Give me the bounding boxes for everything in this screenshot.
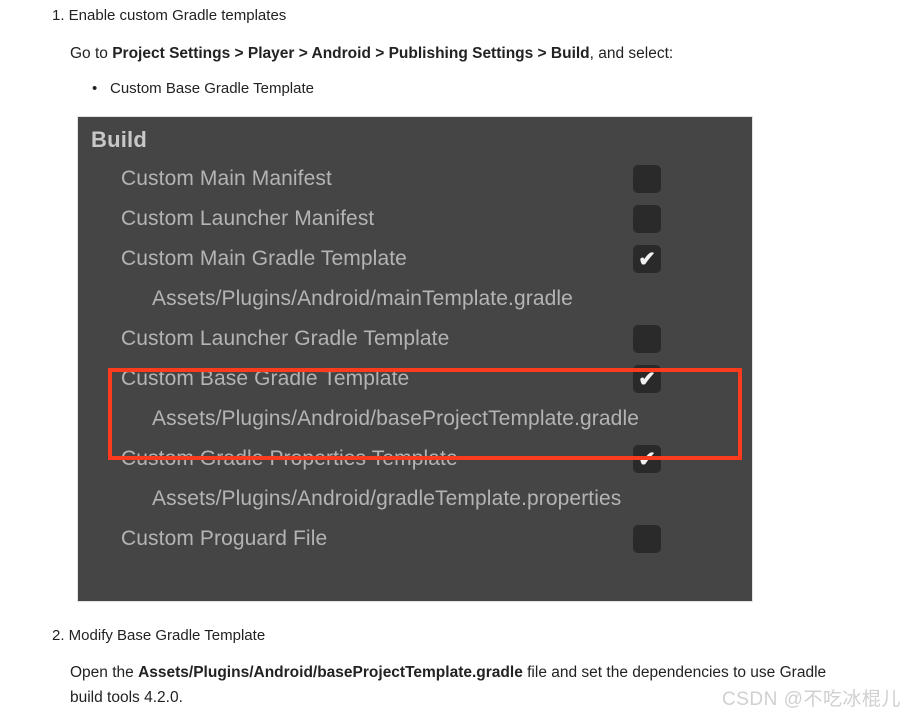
settings-row-label: Custom Launcher Gradle Template	[121, 327, 450, 350]
settings-row-label: Custom Main Gradle Template	[121, 247, 407, 270]
settings-toggle-row[interactable]: Custom Base Gradle Template ✔	[78, 359, 752, 399]
csdn-watermark: CSDN @不吃冰棍儿	[722, 689, 901, 710]
settings-toggle-row[interactable]: Custom Gradle Properties Template ✔	[78, 439, 752, 479]
checkmark-icon: ✔	[638, 447, 656, 471]
settings-path-row: Assets/Plugins/Android/mainTemplate.grad…	[78, 279, 752, 319]
goto-settings-path: Project Settings > Player > Android > Pu…	[112, 45, 590, 62]
bullet-list-item: • Custom Base Gradle Template	[92, 79, 314, 99]
goto-instruction: Go to Project Settings > Player > Androi…	[70, 43, 673, 64]
checkbox-unchecked[interactable]	[633, 325, 661, 353]
settings-row-label: Custom Gradle Properties Template	[121, 447, 458, 470]
panel-title: Build	[91, 127, 147, 152]
step-2-heading: 2. Modify Base Gradle Template	[52, 627, 266, 644]
settings-row-label: Custom Base Gradle Template	[121, 367, 410, 390]
checkmark-icon: ✔	[638, 367, 656, 391]
settings-toggle-row[interactable]: Custom Main Gradle Template ✔	[78, 239, 752, 279]
settings-row-list: Custom Main Manifest Custom Launcher Mani…	[78, 159, 752, 559]
para2-file-path: Assets/Plugins/Android/baseProjectTempla…	[138, 664, 523, 681]
checkbox-checked[interactable]: ✔	[633, 365, 661, 393]
settings-path-row: Assets/Plugins/Android/baseProjectTempla…	[78, 399, 752, 439]
bullet-marker-icon: •	[92, 80, 98, 97]
checkbox-unchecked[interactable]	[633, 525, 661, 553]
step-1-heading: 1. Enable custom Gradle templates	[52, 7, 287, 24]
settings-path-label: Assets/Plugins/Android/mainTemplate.grad…	[152, 287, 573, 310]
settings-toggle-row[interactable]: Custom Main Manifest	[78, 159, 752, 199]
settings-row-label: Custom Launcher Manifest	[121, 207, 375, 230]
unity-build-settings-panel: Build Custom Main Manifest Custom Launche…	[77, 116, 753, 602]
settings-path-row: Assets/Plugins/Android/gradleTemplate.pr…	[78, 479, 752, 519]
settings-path-label: Assets/Plugins/Android/gradleTemplate.pr…	[152, 487, 622, 510]
checkbox-checked[interactable]: ✔	[633, 245, 661, 273]
checkbox-unchecked[interactable]	[633, 165, 661, 193]
goto-suffix: , and select:	[589, 45, 674, 62]
para2-prefix: Open the	[70, 664, 139, 681]
settings-row-label: Custom Proguard File	[121, 527, 328, 550]
settings-toggle-row[interactable]: Custom Proguard File	[78, 519, 752, 559]
checkbox-unchecked[interactable]	[633, 205, 661, 233]
checkmark-icon: ✔	[638, 247, 656, 271]
settings-row-label: Custom Main Manifest	[121, 167, 332, 190]
settings-toggle-row[interactable]: Custom Launcher Gradle Template	[78, 319, 752, 359]
goto-prefix: Go to	[70, 45, 113, 62]
settings-toggle-row[interactable]: Custom Launcher Manifest	[78, 199, 752, 239]
bullet-item-label: Custom Base Gradle Template	[110, 80, 314, 97]
settings-path-label: Assets/Plugins/Android/baseProjectTempla…	[152, 407, 639, 430]
checkbox-checked[interactable]: ✔	[633, 445, 661, 473]
